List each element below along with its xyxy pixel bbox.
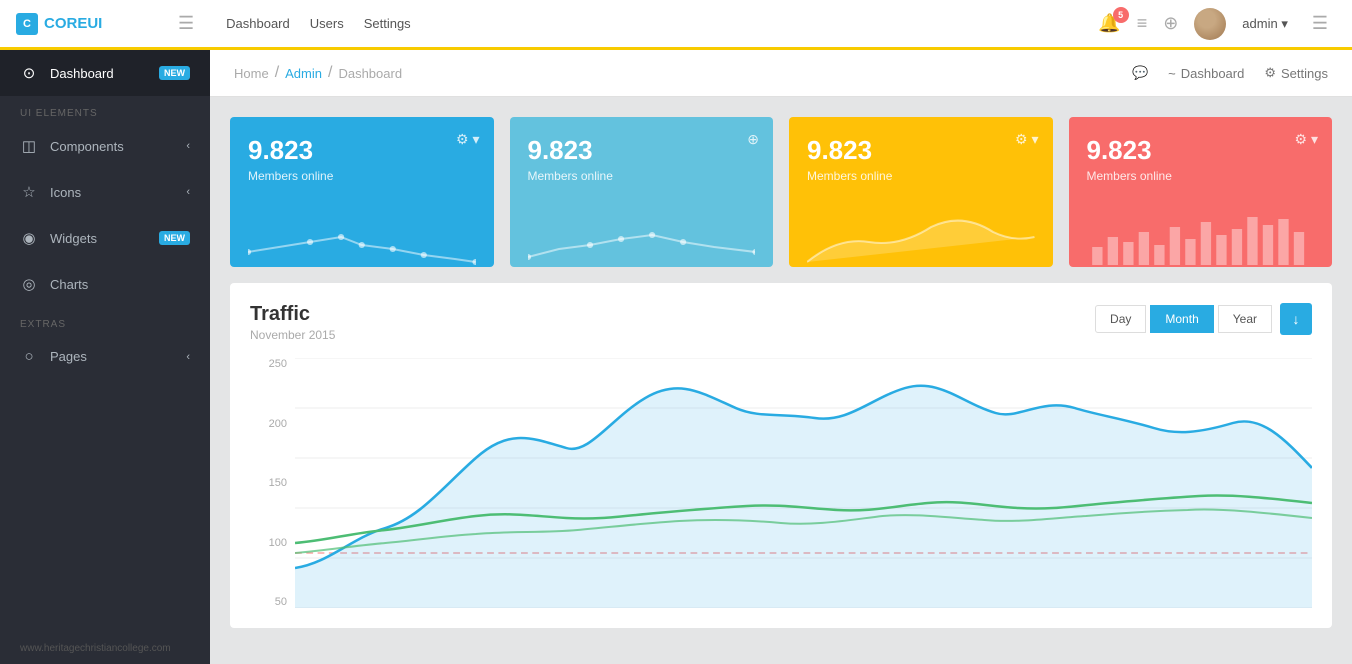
stat-card-1-chart xyxy=(248,183,476,267)
charts-icon: ◎ xyxy=(20,275,38,293)
breadcrumb-bar: Home / Admin / Dashboard 💬 ~ Dashboard ⚙… xyxy=(210,50,1352,97)
hamburger-icon[interactable]: ☰ xyxy=(170,13,202,34)
btn-month[interactable]: Month xyxy=(1150,305,1213,333)
stat-card-1-gear[interactable]: ⚙ ▾ xyxy=(456,131,479,148)
stat-card-4-chart xyxy=(1087,183,1315,267)
section-extras: EXTRAS xyxy=(0,307,210,334)
top-nav: C COREUI ☰ Dashboard Users Settings 🔔 5 … xyxy=(0,0,1352,50)
list-icon[interactable]: ≡ xyxy=(1137,13,1148,34)
top-nav-links: Dashboard Users Settings xyxy=(226,16,411,31)
stat-card-4-number: 9.823 xyxy=(1087,135,1315,166)
stat-card-1-number: 9.823 xyxy=(248,135,476,166)
stat-card-3-label: Members online xyxy=(807,169,1035,183)
nav-link-users[interactable]: Users xyxy=(310,16,344,31)
breadcrumb-home: Home xyxy=(234,66,269,81)
pages-icon: ○ xyxy=(20,348,38,365)
logo: C COREUI xyxy=(16,13,146,35)
download-button[interactable]: ↓ xyxy=(1280,303,1312,335)
btn-day[interactable]: Day xyxy=(1095,305,1146,333)
dashboard-body: ⚙ ▾ 9.823 Members online xyxy=(210,97,1352,664)
stat-card-4-label: Members online xyxy=(1087,169,1315,183)
avatar[interactable] xyxy=(1194,8,1226,40)
stat-card-2-number: 9.823 xyxy=(528,135,756,166)
logo-text: COREUI xyxy=(44,15,102,32)
stat-card-2-gear[interactable]: ⊕ xyxy=(747,131,759,148)
traffic-header: Traffic November 2015 Day Month Year ↓ xyxy=(250,303,1312,342)
components-icon: ◫ xyxy=(20,137,38,155)
section-ui-elements: UI ELEMENTS xyxy=(0,96,210,123)
chart-canvas xyxy=(295,358,1312,608)
dashboard-badge: NEW xyxy=(159,66,190,80)
y-label-150: 150 xyxy=(250,477,295,489)
traffic-controls: Day Month Year ↓ xyxy=(1095,303,1312,335)
components-chevron: ‹ xyxy=(186,140,190,152)
traffic-title-block: Traffic November 2015 xyxy=(250,303,335,342)
widgets-icon: ◉ xyxy=(20,229,38,247)
stat-cards: ⚙ ▾ 9.823 Members online xyxy=(230,117,1332,267)
traffic-title: Traffic xyxy=(250,303,335,326)
icons-chevron: ‹ xyxy=(186,186,190,198)
admin-label[interactable]: admin ▾ xyxy=(1242,16,1288,32)
sidebar-item-icons[interactable]: ☆ Icons ‹ xyxy=(0,169,210,215)
sidebar-label-icons: Icons xyxy=(50,185,81,200)
traffic-subtitle: November 2015 xyxy=(250,328,335,342)
pages-chevron: ‹ xyxy=(186,351,190,363)
sidebar-item-pages[interactable]: ○ Pages ‹ xyxy=(0,334,210,379)
sidebar-label-dashboard: Dashboard xyxy=(50,66,114,81)
traffic-card: Traffic November 2015 Day Month Year ↓ 2… xyxy=(230,283,1332,628)
stat-card-4-gear[interactable]: ⚙ ▾ xyxy=(1295,131,1318,148)
sidebar-item-dashboard[interactable]: ⊙ Dashboard NEW xyxy=(0,50,210,96)
sidebar-item-components[interactable]: ◫ Components ‹ xyxy=(0,123,210,169)
stat-card-2-label: Members online xyxy=(528,169,756,183)
breadcrumb-right: 💬 ~ Dashboard ⚙ Settings xyxy=(1132,65,1328,81)
breadcrumb-dashboard-link[interactable]: ~ Dashboard xyxy=(1168,66,1244,81)
sidebar-label-charts: Charts xyxy=(50,277,88,292)
sidebar-footer: www.heritagechristiancollege.com xyxy=(0,633,210,664)
stat-card-3-gear[interactable]: ⚙ ▾ xyxy=(1015,131,1038,148)
breadcrumb-settings-link[interactable]: ⚙ Settings xyxy=(1264,65,1328,81)
main-layout: ⊙ Dashboard NEW UI ELEMENTS ◫ Components… xyxy=(0,50,1352,664)
top-nav-right: 🔔 5 ≡ ⊕ admin ▾ ☰ xyxy=(1098,8,1336,40)
stat-card-1: ⚙ ▾ 9.823 Members online xyxy=(230,117,494,267)
breadcrumb-admin[interactable]: Admin xyxy=(285,66,322,81)
sidebar: ⊙ Dashboard NEW UI ELEMENTS ◫ Components… xyxy=(0,50,210,664)
chart-area: 250 200 150 100 50 xyxy=(250,358,1312,608)
avatar-image xyxy=(1194,8,1226,40)
mobile-menu-icon[interactable]: ☰ xyxy=(1304,13,1336,34)
notification-badge: 5 xyxy=(1113,7,1129,23)
location-icon[interactable]: ⊕ xyxy=(1163,13,1178,34)
stat-card-2-chart xyxy=(528,183,756,267)
logo-icon: C xyxy=(16,13,38,35)
stat-card-3-number: 9.823 xyxy=(807,135,1035,166)
stat-card-1-label: Members online xyxy=(248,169,476,183)
stat-card-4: ⚙ ▾ 9.823 Members online xyxy=(1069,117,1333,267)
btn-year[interactable]: Year xyxy=(1218,305,1272,333)
dashboard-icon: ⊙ xyxy=(20,64,38,82)
sidebar-label-pages: Pages xyxy=(50,349,87,364)
widgets-badge: NEW xyxy=(159,231,190,245)
breadcrumb-dashboard: Dashboard xyxy=(338,66,402,81)
sidebar-label-widgets: Widgets xyxy=(50,231,97,246)
stat-card-2: ⊕ 9.823 Members online xyxy=(510,117,774,267)
nav-link-dashboard[interactable]: Dashboard xyxy=(226,16,290,31)
y-label-250: 250 xyxy=(250,358,295,370)
nav-link-settings[interactable]: Settings xyxy=(364,16,411,31)
icons-icon: ☆ xyxy=(20,183,38,201)
stat-card-3: ⚙ ▾ 9.823 Members online xyxy=(789,117,1053,267)
sidebar-item-charts[interactable]: ◎ Charts xyxy=(0,261,210,307)
sidebar-item-widgets[interactable]: ◉ Widgets NEW xyxy=(0,215,210,261)
breadcrumb-chat-icon[interactable]: 💬 xyxy=(1132,65,1148,81)
stat-card-3-chart xyxy=(807,183,1035,267)
y-label-200: 200 xyxy=(250,418,295,430)
chart-y-labels: 250 200 150 100 50 xyxy=(250,358,295,608)
notifications-icon[interactable]: 🔔 5 xyxy=(1098,13,1120,34)
sidebar-label-components: Components xyxy=(50,139,124,154)
y-label-50: 50 xyxy=(250,596,295,608)
content: Home / Admin / Dashboard 💬 ~ Dashboard ⚙… xyxy=(210,50,1352,664)
y-label-100: 100 xyxy=(250,537,295,549)
